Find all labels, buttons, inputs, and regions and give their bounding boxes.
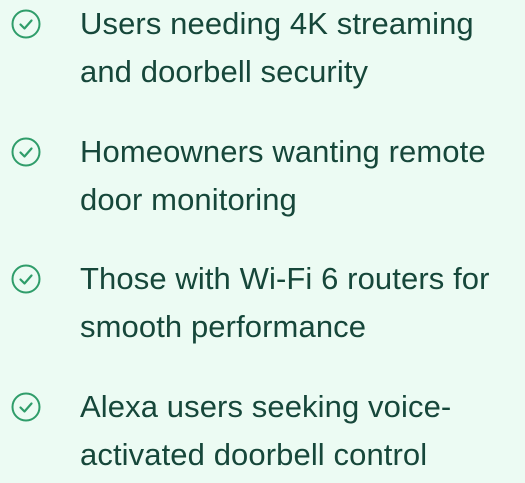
list-item-line-1: Homeowners wanting remote [80,134,486,169]
list-item-text: Alexa users seeking voice- activated doo… [80,383,525,479]
list-item-line-1: Alexa users seeking voice- [80,389,452,424]
list-item-text: Users needing 4K streaming and doorbell … [80,0,525,96]
list-item-text: Homeowners wanting remote door monitorin… [80,128,525,224]
check-circle-icon [11,9,41,39]
list-item: Users needing 4K streaming and doorbell … [0,0,525,100]
list-item-line-2: door monitoring [80,182,297,217]
list-item: Alexa users seeking voice- activated doo… [0,383,525,483]
list-item-line-2: activated doorbell control [80,437,428,472]
list-item-text: Those with Wi-Fi 6 routers for smooth pe… [80,255,525,351]
list-item-line-1: Users needing 4K streaming [80,6,474,41]
check-circle-icon [11,264,41,294]
check-circle-icon [11,392,41,422]
check-circle-icon [11,137,41,167]
list-item-line-1: Those with Wi-Fi 6 routers for [80,261,490,296]
suitability-list: Users needing 4K streaming and doorbell … [0,0,525,473]
list-item: Those with Wi-Fi 6 routers for smooth pe… [0,255,525,355]
list-item-line-2: smooth performance [80,309,367,344]
list-item: Homeowners wanting remote door monitorin… [0,128,525,228]
list-item-line-2: and doorbell security [80,54,369,89]
